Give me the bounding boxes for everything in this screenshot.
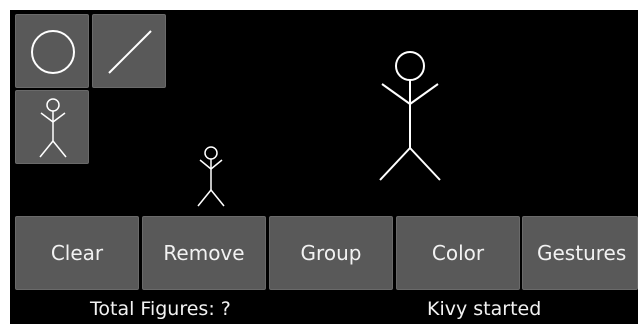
line-icon [108,30,152,74]
clear-button[interactable]: Clear [15,216,139,290]
stick-figure-icon [39,98,67,158]
stick-figure-large[interactable] [370,48,450,182]
total-figures-label: Total Figures: ? [90,298,231,320]
status-message: Kivy started [427,298,542,320]
stick-figure-tool-button[interactable] [15,90,89,164]
line-tool-button[interactable] [92,14,166,88]
kivy-app: Clear Remove Group Color Gestures Total … [10,10,638,324]
stick-figure-small[interactable] [190,144,232,210]
circle-tool-button[interactable] [15,14,89,88]
stick-figure-icon [197,146,225,207]
color-button[interactable]: Color [396,216,520,290]
group-button[interactable]: Group [269,216,393,290]
stick-figure-icon [379,51,441,181]
gestures-button[interactable]: Gestures [522,216,638,290]
circle-icon [31,30,75,74]
remove-button[interactable]: Remove [142,216,266,290]
window-frame: Clear Remove Group Color Gestures Total … [0,0,638,324]
